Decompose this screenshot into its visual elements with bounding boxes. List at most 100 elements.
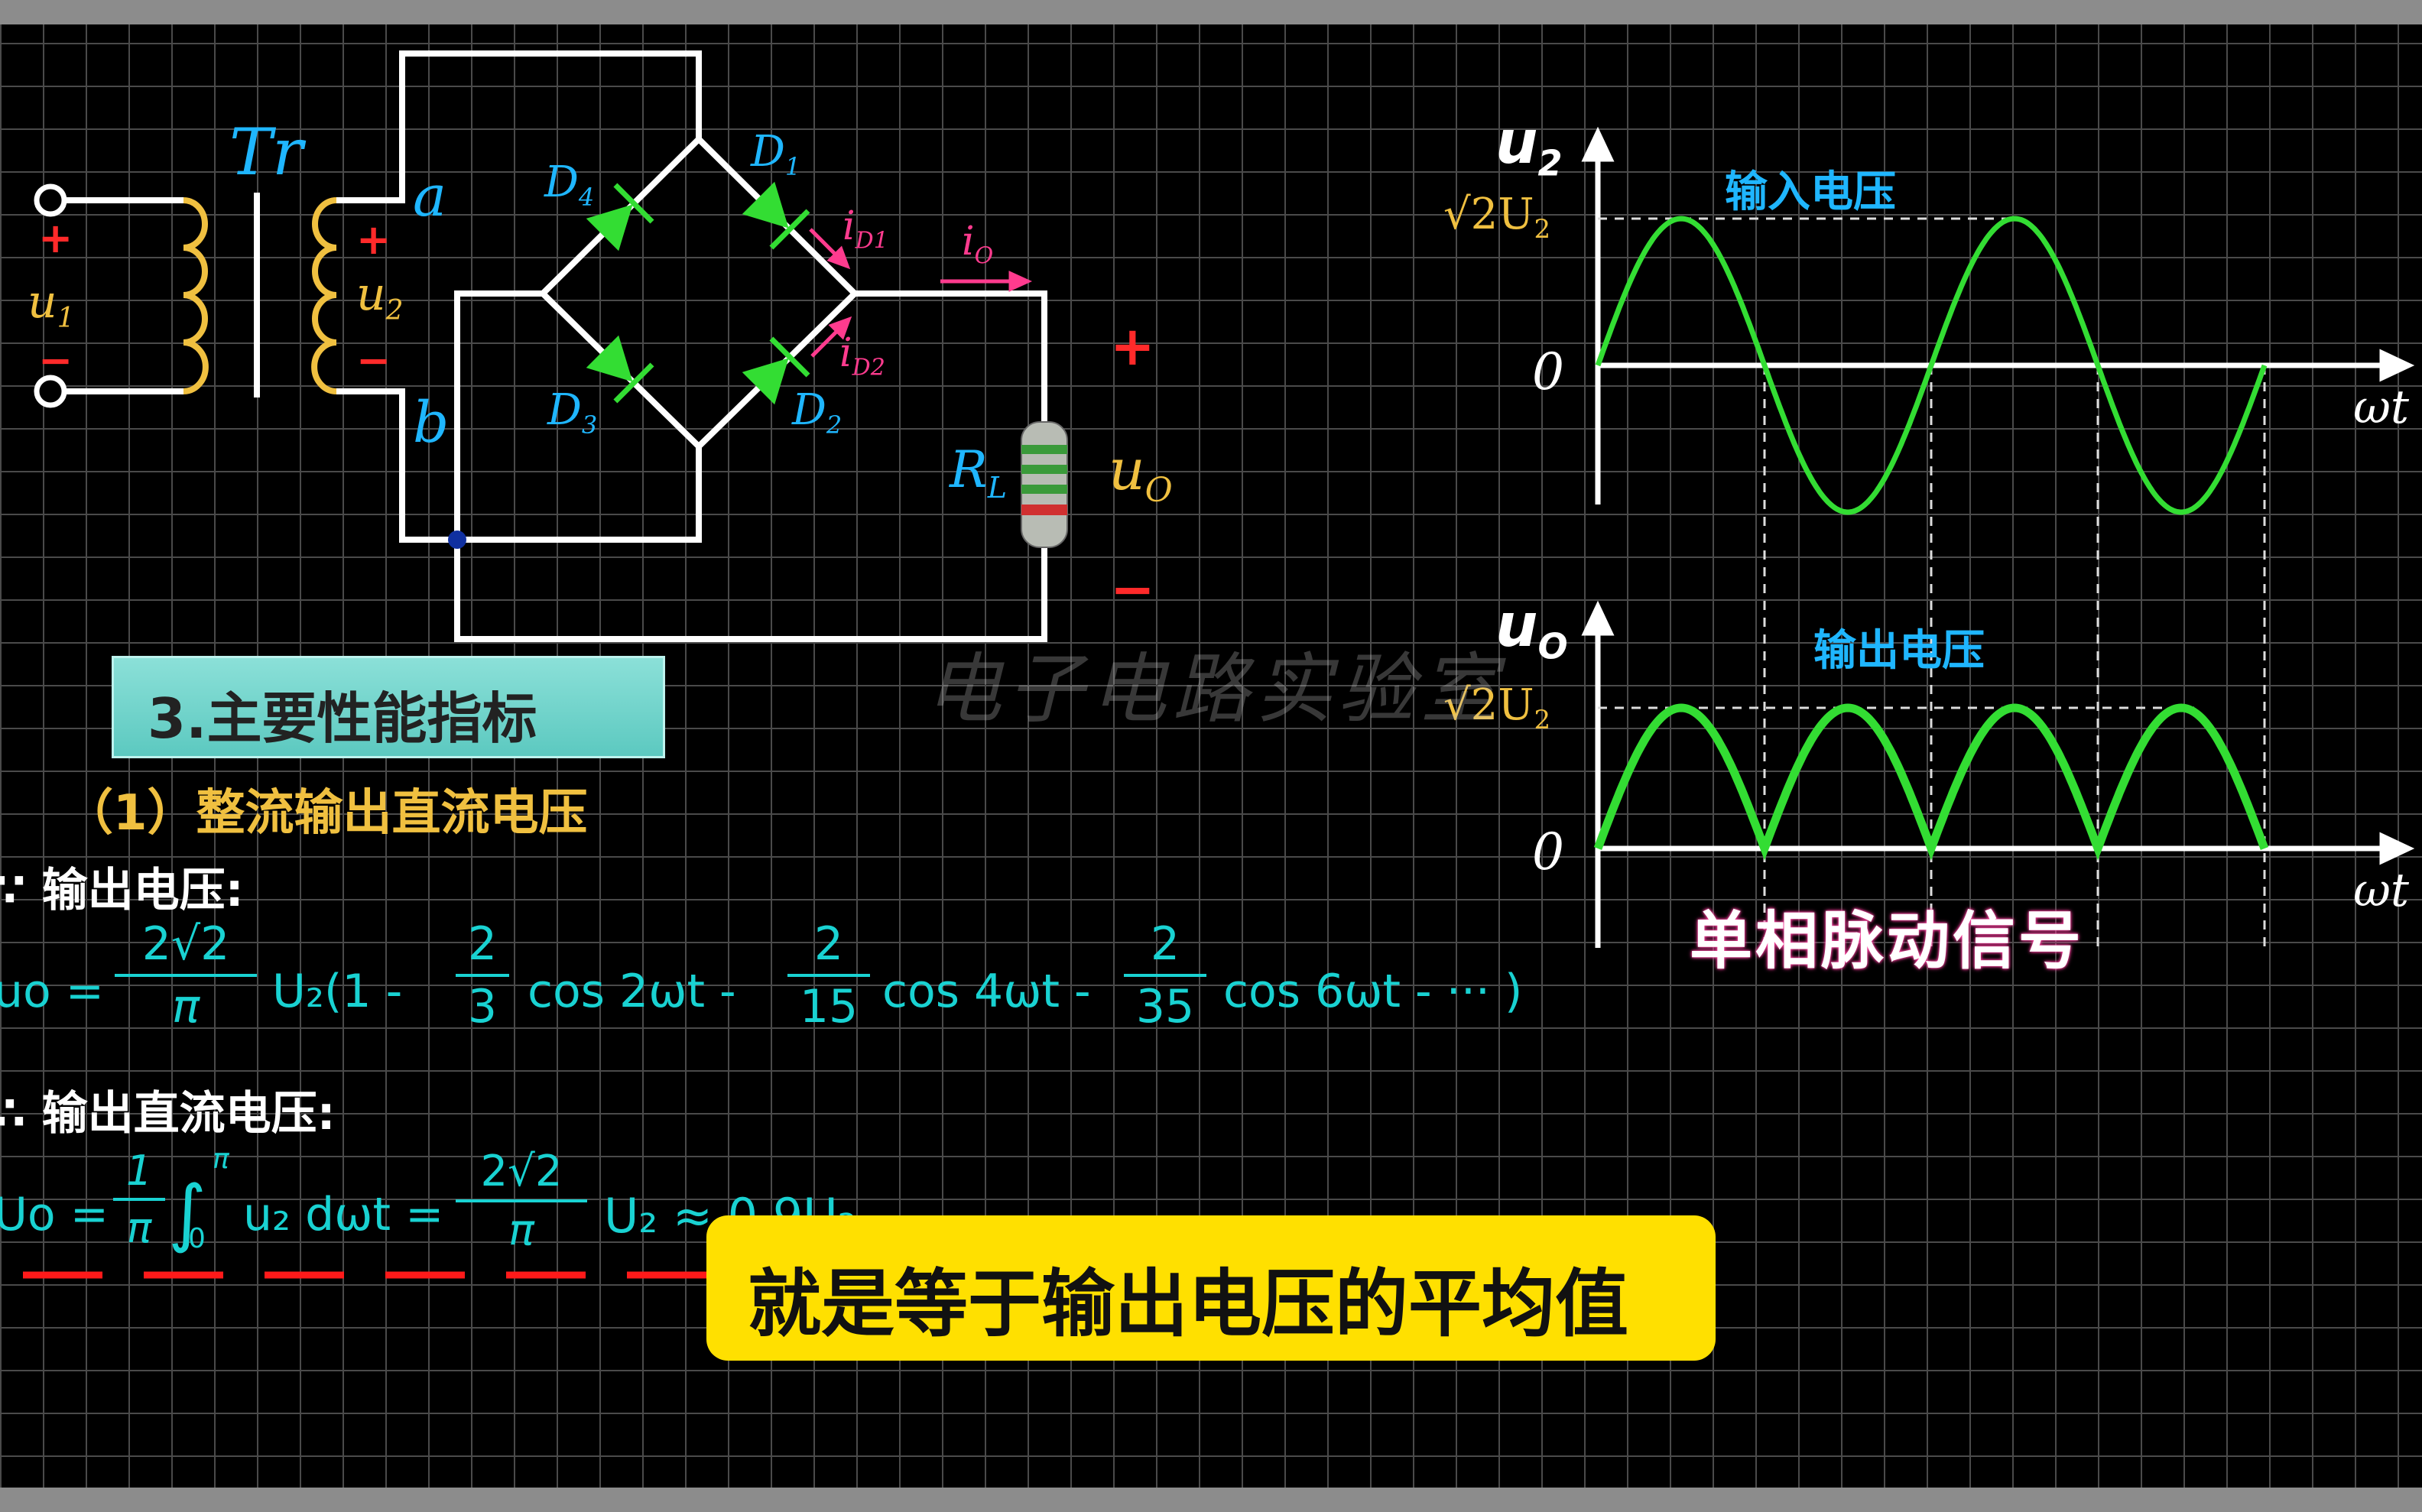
d4-base: D <box>544 157 579 207</box>
formula1-term3: cos 6ωt - ··· ) <box>1223 965 1523 1018</box>
id1-sub: D1 <box>855 227 888 255</box>
top-y-sub: 2 <box>1537 142 1563 184</box>
secondary-coil <box>311 197 337 394</box>
bottom-zero-label: 0 <box>1532 823 1564 881</box>
formula1-frac3: 2 35 <box>1124 917 1206 1033</box>
formula1-lhs: uo = <box>0 965 105 1018</box>
formula2-frac: 1 π <box>113 1147 165 1252</box>
d2-base: D <box>792 385 826 435</box>
formula1-frac2-num: 2 <box>813 917 844 971</box>
formula1-open-text: (1 - <box>323 965 403 1018</box>
formula2-coef-den: π <box>508 1205 534 1255</box>
subtitle-text: 就是等于输出电压的平均值 <box>748 1261 1628 1347</box>
formula1-frac1: 2 3 <box>456 917 509 1033</box>
rl-base: R <box>950 440 988 499</box>
uo-base: u <box>1109 437 1145 503</box>
io-base: i <box>962 219 975 264</box>
u2-base: u <box>356 268 386 321</box>
formula1-open: U₂(1 - <box>272 965 402 1018</box>
label-d1: D1 <box>751 127 800 181</box>
bottom-x-label: ωt <box>2353 864 2410 917</box>
uo-sub: O <box>1144 470 1173 510</box>
formula2-coef-num: 2√2 <box>480 1147 563 1196</box>
io-sub: O <box>974 242 994 270</box>
formula2-lhs: Uo = <box>0 1188 109 1241</box>
integral-upper: π <box>213 1144 229 1175</box>
input-terminal-top <box>34 183 67 217</box>
formula1-coef-num: 2√2 <box>141 917 230 971</box>
top-x-label: ωt <box>2353 381 2410 434</box>
section-heading-banner: 3.主要性能指标 <box>112 656 665 758</box>
formula1-coef-bar <box>115 974 257 977</box>
bottom-graph-title: 输出电压 <box>1813 626 1985 676</box>
d1-base: D <box>751 127 785 177</box>
d3-sub: 3 <box>581 410 598 440</box>
formula1-frac3-bar <box>1124 974 1206 977</box>
graph-axes <box>1581 126 2415 948</box>
item-1-title: （1）整流输出直流电压 <box>64 785 588 842</box>
rl-sub: L <box>987 471 1007 505</box>
formula2-frac-den: π <box>126 1204 152 1252</box>
label-u2: u2 <box>356 268 404 326</box>
d1-sub: 1 <box>784 152 801 182</box>
d2-sub: 2 <box>826 410 843 440</box>
therefore-line: ∴ 输出直流电压: <box>0 1087 336 1140</box>
formula1-frac1-den: 3 <box>467 980 498 1033</box>
label-d4: D4 <box>544 157 594 212</box>
wire-secondary-top <box>336 50 702 203</box>
u2-minus: − <box>356 336 391 384</box>
top-graph-title: 输入电压 <box>1725 167 1896 217</box>
label-d2: D2 <box>792 385 842 440</box>
resistor-rl <box>1021 421 1068 548</box>
subtitle-box: 就是等于输出电压的平均值 <box>706 1215 1716 1361</box>
formula1-frac3-num: 2 <box>1150 917 1180 971</box>
formula1-frac2: 2 15 <box>787 917 870 1033</box>
label-d3: D3 <box>547 385 597 440</box>
label-node-b: b <box>413 390 450 456</box>
formula2-frac-bar <box>113 1198 165 1201</box>
u2-plus: + <box>356 216 391 264</box>
top-zero-label: 0 <box>1532 342 1564 401</box>
primary-coil <box>183 197 209 394</box>
formula1-frac1-bar <box>456 974 509 977</box>
bottom-caption: 单相脉动信号 <box>1690 905 2085 978</box>
formula2-coef-bar <box>456 1199 587 1202</box>
formula1-u2: U₂ <box>272 965 324 1018</box>
top-amp-sub: 2 <box>1534 214 1551 245</box>
uo-minus: − <box>1110 558 1155 621</box>
label-uo: uO <box>1109 437 1173 510</box>
watermark: 电子电路实验室 <box>925 644 1503 734</box>
label-tr: Tr <box>229 115 304 190</box>
section-heading: 3.主要性能指标 <box>148 686 537 751</box>
uo-plus: + <box>1110 315 1155 378</box>
since-line: ∵ 输出电压: <box>0 864 244 917</box>
top-y-label: u2 <box>1495 109 1563 184</box>
id2-base: i <box>839 330 852 376</box>
formula1-frac2-bar <box>787 974 870 977</box>
u2-sub: 2 <box>385 295 404 326</box>
label-id2: iD2 <box>839 330 885 381</box>
label-node-a: a <box>413 164 447 229</box>
wire-secondary-bottom <box>336 388 702 543</box>
integral-lower: 0 <box>188 1223 206 1254</box>
junction-dot <box>448 530 466 549</box>
formula1-frac3-den: 35 <box>1135 980 1195 1033</box>
u1-minus: − <box>38 336 73 384</box>
u1-base: u <box>28 275 57 329</box>
formula1-coef-den: π <box>171 980 200 1033</box>
u1-plus: + <box>38 214 73 262</box>
formula1-frac2-den: 15 <box>799 980 859 1033</box>
bottom-y-label: uO <box>1495 592 1568 667</box>
top-amp-label: √2U2 <box>1443 190 1550 245</box>
formula2-frac-num: 1 <box>125 1147 153 1195</box>
d4-sub: 4 <box>578 183 595 213</box>
formula1-term2: cos 4ωt - <box>882 965 1091 1018</box>
label-io: iO <box>962 219 993 269</box>
formula1-coef: 2√2 π <box>115 917 257 1033</box>
id1-base: i <box>843 203 855 249</box>
id2-sub: D2 <box>852 354 885 381</box>
label-rl: RL <box>950 440 1007 505</box>
top-y-base: u <box>1495 109 1538 177</box>
formula1-frac1-num: 2 <box>467 917 498 971</box>
label-u1: u1 <box>28 275 75 334</box>
